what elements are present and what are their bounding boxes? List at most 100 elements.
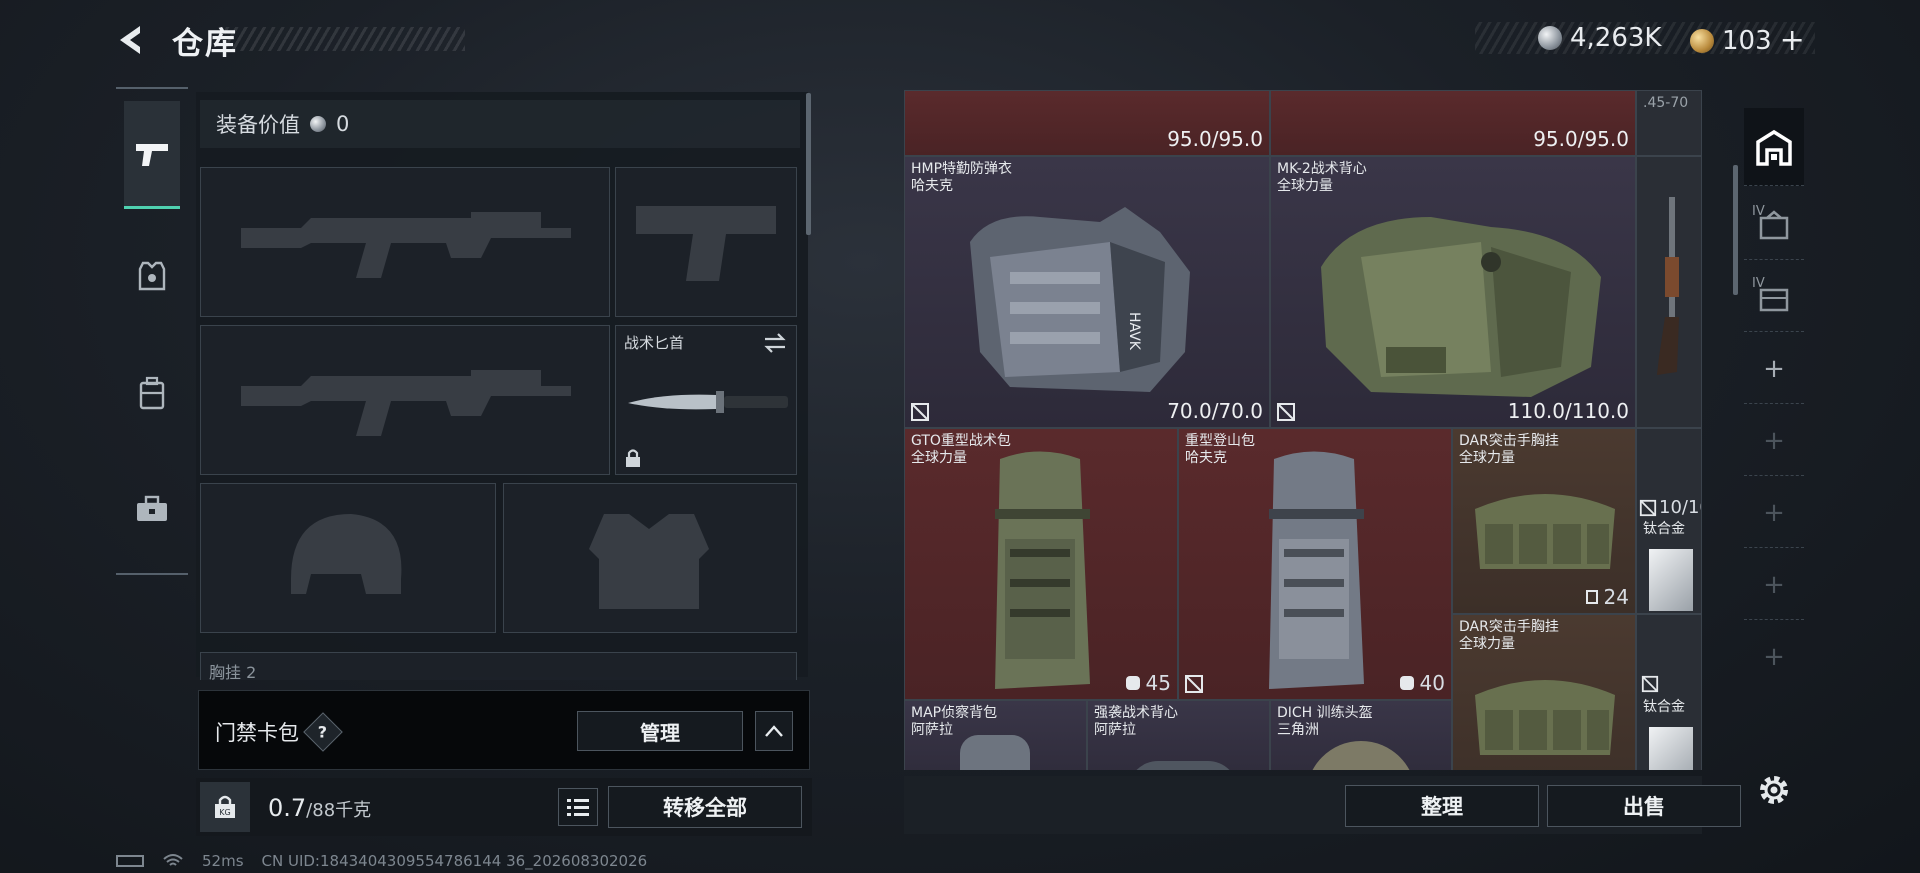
wifi-icon	[163, 854, 183, 866]
tab-warehouse-main[interactable]	[1744, 108, 1804, 186]
item-title: HMP特勤防弹衣 哈夫克	[911, 161, 1013, 194]
item-cell[interactable]: MAP侦察背包 阿萨拉	[904, 700, 1087, 770]
item-title: 钛合金	[1643, 521, 1685, 537]
pistol-silhouette-icon	[636, 206, 776, 281]
equipment-scrollbar[interactable]	[806, 93, 811, 235]
equipment-value-row: 装备价值 0	[200, 100, 800, 148]
item-cell[interactable]: 95.0/95.0	[904, 90, 1270, 156]
gold-coin-icon	[1690, 28, 1714, 53]
item-cell[interactable]: DICH 训练头盔 三角洲	[1270, 700, 1452, 770]
sort-button[interactable]: 整理	[1345, 785, 1539, 827]
tab-armor[interactable]	[124, 221, 180, 329]
durability: 95.0/95.0	[1167, 127, 1263, 151]
item-cell[interactable]: GTO重型战术包 全球力量 45	[904, 428, 1178, 700]
rifle-silhouette-icon	[241, 370, 571, 436]
chevron-up-icon	[765, 725, 783, 737]
item-cell[interactable]: DAR突击手胸挂 全球力量 24	[1452, 428, 1636, 614]
sell-button[interactable]: 出售	[1547, 785, 1741, 827]
silver-coin-icon	[1538, 26, 1562, 50]
backpack-icon	[139, 376, 165, 410]
ping-value: 52ms	[202, 852, 244, 870]
knife-slot[interactable]: 战术匕首	[615, 325, 797, 475]
pistol-slot[interactable]	[615, 167, 797, 317]
helmet-slot[interactable]	[200, 483, 496, 633]
heavy-backpack-image	[995, 451, 1090, 689]
no-trade-icon	[1185, 675, 1203, 693]
primary-weapon-slot-1[interactable]	[200, 167, 610, 317]
warehouse-icon	[1756, 129, 1792, 166]
add-storage-button[interactable]: +	[1744, 478, 1804, 548]
weight-current: 0.7	[268, 794, 307, 822]
weight-readout: 0.7/88千克	[268, 794, 371, 822]
item-cell[interactable]: MK-2战术背心 全球力量 110.0/110.0	[1270, 156, 1636, 428]
silver-amount: 4,263K	[1570, 23, 1662, 53]
ammo-label: .45-70	[1643, 95, 1689, 111]
no-trade-icon	[911, 403, 929, 421]
chest-rig-image	[1475, 494, 1615, 569]
add-storage-button[interactable]: +	[1744, 550, 1804, 620]
chest-rig-slot[interactable]: 胸挂 2	[200, 652, 797, 682]
tactical-vest-image	[1321, 217, 1601, 397]
back-arrow-icon	[120, 26, 140, 54]
item-cell[interactable]	[1636, 156, 1702, 428]
tab-storage-iv-2[interactable]: IV	[1744, 262, 1804, 332]
item-cell[interactable]: .45-70	[1636, 90, 1702, 156]
silver-coin-icon	[310, 116, 326, 132]
chest-rig-label: 胸挂 2	[209, 663, 257, 682]
weight-lock-icon: KG	[215, 795, 235, 818]
add-storage-button[interactable]: +	[1744, 622, 1804, 692]
knife-label: 战术匕首	[624, 334, 685, 352]
rifle-silhouette-icon	[241, 212, 571, 278]
user-uid: CN UID:1843404309554786144 36_2026083020…	[261, 852, 648, 870]
gold-amount: 103	[1722, 25, 1772, 56]
durability: 110.0/110.0	[1507, 399, 1629, 423]
training-helmet-image	[1306, 741, 1416, 770]
settings-button[interactable]	[1756, 772, 1792, 808]
climbing-backpack-image	[1269, 451, 1364, 689]
title-decoration	[225, 27, 465, 51]
item-cell[interactable]: 95.0/95.0	[1270, 90, 1636, 156]
manage-button[interactable]: 管理	[577, 711, 743, 751]
swap-icon[interactable]	[762, 332, 788, 354]
armor-silhouette-icon	[589, 514, 709, 609]
item-cell[interactable]: DAR突击手胸挂 全球力量	[1452, 614, 1636, 770]
capacity-indicator: 45	[1125, 671, 1171, 695]
recon-backpack-image	[960, 735, 1030, 770]
list-view-button[interactable]	[558, 788, 598, 826]
warehouse-grid: 95.0/95.0 95.0/95.0 .45-70 HMP特勤防弹衣 哈夫克 H…	[904, 90, 1702, 770]
shotgun-image	[1657, 197, 1679, 375]
item-cell[interactable]: 10/10 钛合金	[1636, 428, 1702, 614]
armor-slot[interactable]	[503, 483, 797, 633]
back-button[interactable]	[112, 20, 152, 60]
battery-icon	[116, 855, 144, 867]
equipment-tab-rail	[116, 87, 188, 575]
equipment-value: 0	[336, 112, 350, 136]
capacity-indicator: 24	[1585, 585, 1629, 609]
tab-backpack[interactable]	[124, 339, 180, 447]
lock-icon	[626, 449, 640, 467]
silver-currency: 4,263K	[1538, 23, 1661, 53]
help-icon[interactable]: ?	[303, 712, 343, 752]
armor-icon	[138, 261, 166, 291]
item-title: DICH 训练头盔 三角洲	[1277, 705, 1373, 738]
tab-storage-iv-1[interactable]: IV	[1744, 190, 1804, 260]
add-storage-button[interactable]: +	[1744, 334, 1804, 404]
transfer-all-button[interactable]: 转移全部	[608, 786, 802, 828]
primary-weapon-slot-2[interactable]	[200, 325, 610, 475]
helmet-silhouette-icon	[291, 514, 402, 594]
tab-toolbox[interactable]	[124, 455, 180, 563]
collapse-button[interactable]	[755, 711, 793, 751]
no-trade-icon	[1641, 675, 1659, 693]
item-title: 强袭战术背心 阿萨拉	[1094, 705, 1178, 738]
item-cell[interactable]: 钛合金	[1636, 614, 1702, 770]
chest-rig-image	[1475, 680, 1615, 755]
warehouse-scrollbar[interactable]	[1733, 165, 1738, 295]
item-cell[interactable]: 重型登山包 哈夫克 40	[1178, 428, 1452, 700]
svg-text:KG: KG	[219, 808, 230, 817]
item-cell[interactable]: HMP特勤防弹衣 哈夫克 HAVK 70.0/70.0	[904, 156, 1270, 428]
add-gold-button[interactable]: +	[1780, 23, 1805, 58]
add-storage-button[interactable]: +	[1744, 406, 1804, 476]
item-cell[interactable]: 强袭战术背心 阿萨拉	[1087, 700, 1270, 770]
tab-weapons[interactable]	[124, 101, 180, 209]
durability: 70.0/70.0	[1167, 399, 1263, 423]
